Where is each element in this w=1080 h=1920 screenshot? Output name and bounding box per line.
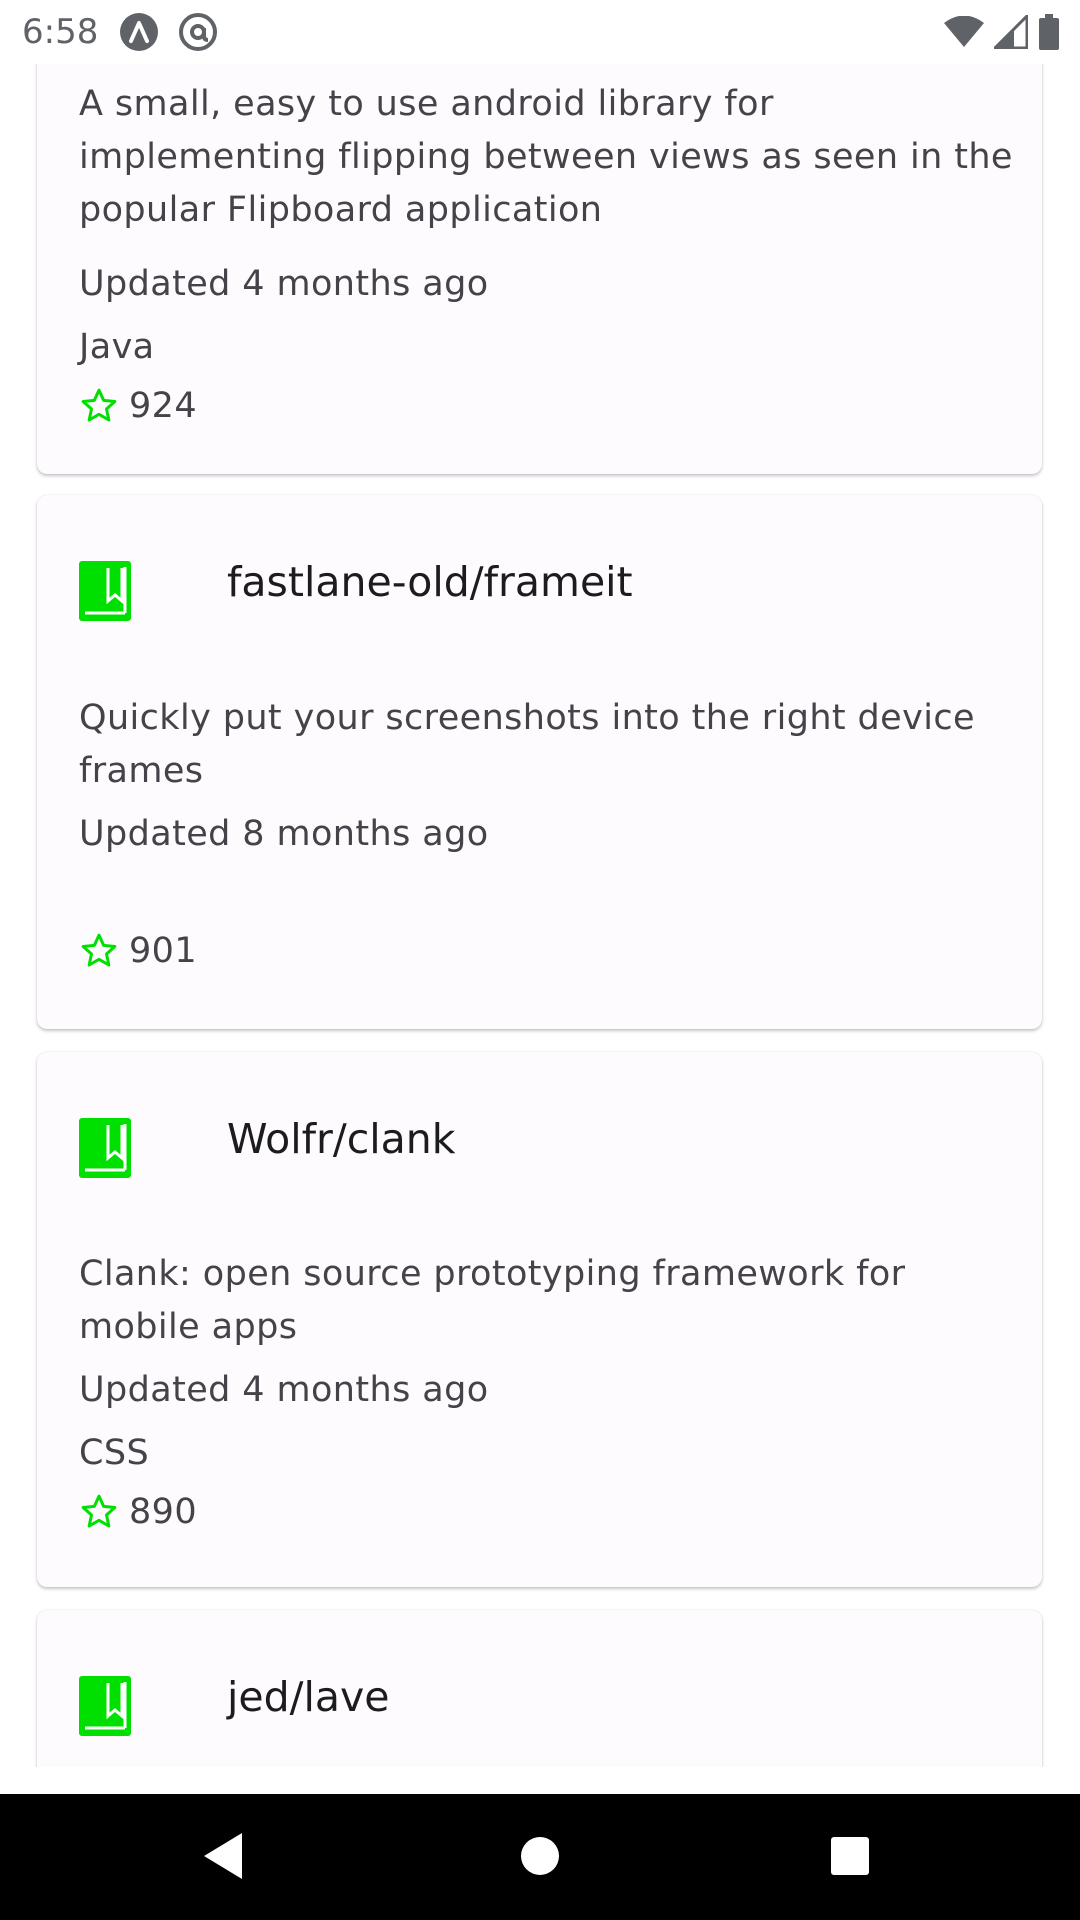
repo-card[interactable]: Wolfr/clank Clank: open source prototypi… — [37, 1052, 1042, 1587]
app-notification-icon — [120, 13, 158, 51]
star-icon — [81, 1494, 117, 1528]
back-button[interactable] — [194, 1826, 254, 1886]
repo-description: Clank: open source prototyping framework… — [79, 1254, 906, 1347]
status-icons — [944, 12, 1060, 52]
recents-icon — [831, 1837, 869, 1875]
repo-book-icon — [79, 1118, 131, 1178]
repo-book-icon — [79, 1676, 131, 1736]
star-count: 890 — [129, 1492, 198, 1532]
status-bar: 6:58 — [0, 0, 1080, 64]
repo-language: Java — [79, 327, 155, 367]
repo-updated: Updated 4 months ago — [79, 264, 489, 304]
wifi-icon — [944, 16, 984, 47]
status-time: 6:58 — [22, 12, 99, 52]
repo-updated: Updated 8 months ago — [79, 814, 489, 854]
star-count: 924 — [129, 386, 198, 426]
star-icon — [81, 388, 117, 422]
repo-updated: Updated 4 months ago — [79, 1370, 489, 1410]
signal-icon — [994, 15, 1028, 49]
repo-stars: 901 — [79, 929, 197, 973]
home-button[interactable] — [510, 1826, 570, 1886]
repo-stars: 924 — [79, 384, 197, 428]
repo-title[interactable]: jed/lave — [227, 1672, 389, 1722]
repo-book-icon — [79, 561, 131, 621]
home-icon — [521, 1837, 559, 1875]
repo-description: A small, easy to use android library for… — [79, 84, 1013, 230]
repo-stars: 890 — [79, 1490, 197, 1534]
repo-description: Quickly put your screenshots into the ri… — [79, 698, 975, 791]
repo-card[interactable]: A small, easy to use android library for… — [37, 64, 1042, 474]
repo-title[interactable]: Wolfr/clank — [227, 1114, 456, 1164]
star-icon — [81, 933, 117, 967]
repo-card[interactable]: jed/lave — [37, 1610, 1042, 1767]
recents-button[interactable] — [820, 1826, 880, 1886]
repo-title[interactable]: fastlane-old/frameit — [227, 557, 633, 607]
navigation-bar — [0, 1794, 1080, 1920]
repo-card[interactable]: fastlane-old/frameit Quickly put your sc… — [37, 495, 1042, 1029]
repo-language: CSS — [79, 1433, 150, 1473]
repository-list[interactable]: A small, easy to use android library for… — [0, 64, 1080, 1767]
battery-icon — [1039, 14, 1059, 50]
at-sign-notification-icon — [179, 13, 217, 51]
star-count: 901 — [129, 931, 198, 971]
back-icon — [204, 1833, 242, 1879]
